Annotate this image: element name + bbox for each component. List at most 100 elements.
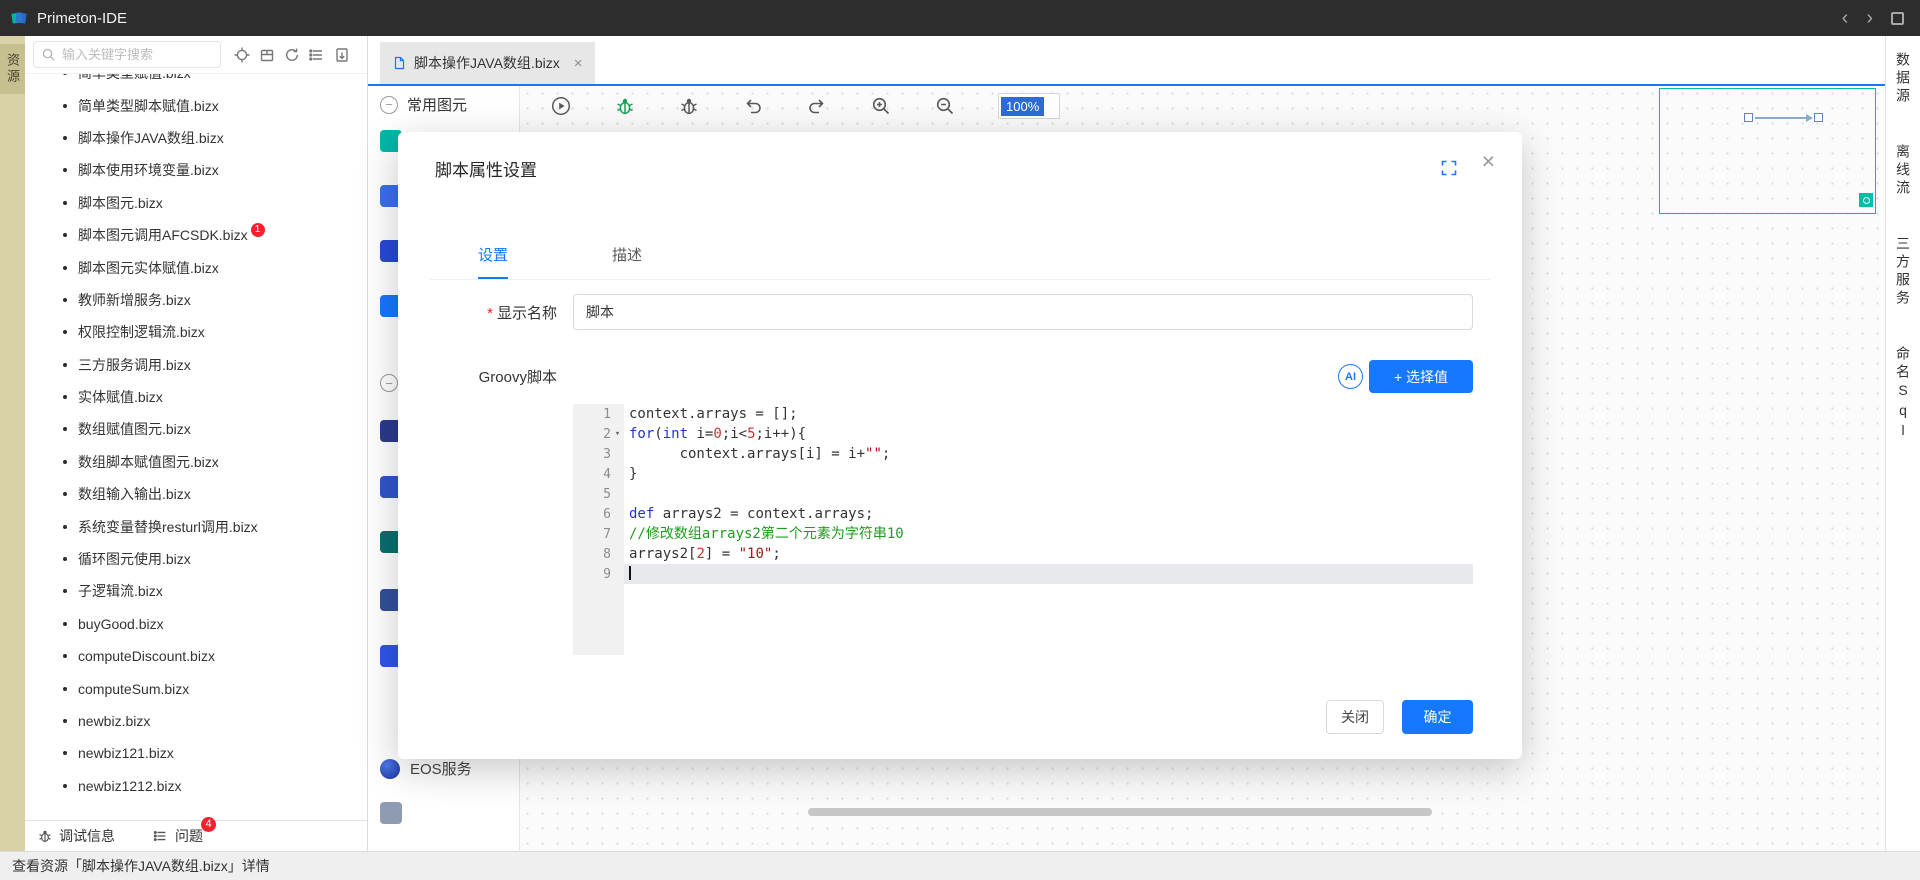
redo-icon[interactable]: [806, 95, 828, 117]
tree-item[interactable]: 数组输入输出.bizx: [25, 478, 367, 510]
dialog-title: 脚本属性设置: [435, 161, 537, 180]
ai-assist-icon[interactable]: AI: [1338, 364, 1363, 389]
sort-list-icon[interactable]: [308, 46, 326, 64]
line-number-text: 3: [603, 446, 611, 462]
bullet-icon: [63, 427, 67, 432]
bullet-icon: [63, 524, 67, 529]
bullet-icon: [63, 135, 67, 140]
bullet-icon: [63, 783, 67, 788]
statusbar: 查看资源「脚本操作JAVA数组.bizx」详情: [0, 851, 1920, 880]
magnifier-icon: [1862, 196, 1870, 204]
refresh-icon[interactable]: [283, 46, 301, 64]
tree-item[interactable]: 脚本图元.bizx: [25, 187, 367, 219]
debug-info-tab[interactable]: 调试信息: [37, 826, 115, 846]
text-cursor: [629, 566, 631, 580]
bullet-icon: [63, 200, 67, 205]
dialog-tabs: 设置 描述: [478, 244, 642, 279]
tree-item[interactable]: 三方服务调用.bizx: [25, 349, 367, 381]
tree-item[interactable]: 脚本操作JAVA数组.bizx: [25, 122, 367, 154]
tree-item[interactable]: newbiz1212.bizx: [25, 770, 367, 802]
required-mark: *: [487, 305, 493, 322]
search-box[interactable]: [33, 41, 221, 68]
flow-node[interactable]: [1744, 113, 1753, 122]
tree-item[interactable]: 系统变量替换resturl调用.bizx: [25, 510, 367, 542]
line-number-text: 9: [603, 566, 611, 582]
tree-item[interactable]: 简单类型脚本赋值.bizx: [25, 89, 367, 121]
fold-caret-icon[interactable]: ▾: [611, 429, 624, 439]
bullet-icon: [63, 686, 67, 691]
palette-item-eos[interactable]: EOS服务: [380, 758, 472, 779]
flow-node[interactable]: [1814, 113, 1823, 122]
palette-item[interactable]: [380, 802, 402, 824]
tree-item[interactable]: 教师新增服务.bizx: [25, 284, 367, 316]
debug-icon[interactable]: [678, 95, 700, 117]
tree-item[interactable]: 循环图元使用.bizx: [25, 543, 367, 575]
groovy-code-editor[interactable]: 1 2 ▾ 3 4 5 6 7 8 9 context.arrays = []; for(int i…: [573, 404, 1473, 655]
tree-item[interactable]: buyGood.bizx: [25, 608, 367, 640]
tree-item[interactable]: computeDiscount.bizx: [25, 640, 367, 672]
code-line: arrays2[2] = "10";: [629, 546, 781, 562]
tree-item[interactable]: 脚本图元调用AFCSDK.bizx 1: [25, 219, 367, 251]
zoom-input[interactable]: 100%: [998, 93, 1060, 119]
palette-group-common[interactable]: − 常用图元: [380, 94, 467, 115]
line-number: 4: [573, 464, 624, 484]
tab-close-icon[interactable]: ×: [574, 55, 583, 72]
collapse-icon[interactable]: −: [380, 374, 398, 392]
line-number: 1: [573, 404, 624, 424]
tab-settings[interactable]: 设置: [478, 244, 509, 279]
debug-run-icon[interactable]: [614, 95, 636, 117]
select-value-button[interactable]: + 选择值: [1369, 360, 1473, 393]
bullet-icon: [63, 459, 67, 464]
line-number: 2 ▾: [573, 424, 624, 444]
fullscreen-icon[interactable]: [1440, 159, 1458, 177]
right-rail-tab[interactable]: 离线流: [1893, 136, 1913, 206]
tree-item[interactable]: 脚本图元实体赋值.bizx: [25, 251, 367, 283]
zoom-out-icon[interactable]: [934, 95, 956, 117]
nav-back-icon[interactable]: ‹: [1842, 8, 1849, 28]
problems-count-badge: 4: [200, 816, 217, 833]
collapse-icon[interactable]: −: [380, 95, 398, 114]
tree-item[interactable]: newbiz121.bizx: [25, 737, 367, 769]
tree-item[interactable]: newbiz.bizx: [25, 705, 367, 737]
dialog-close-button[interactable]: 关闭: [1326, 700, 1384, 734]
run-icon[interactable]: [550, 95, 572, 117]
bullet-icon: [63, 751, 67, 756]
editor-tab[interactable]: 脚本操作JAVA数组.bizx ×: [380, 42, 595, 84]
undo-icon[interactable]: [742, 95, 764, 117]
right-rail-tab[interactable]: 三方服务: [1893, 228, 1913, 316]
dialog-ok-button[interactable]: 确定: [1402, 700, 1473, 734]
tree-item-label: 脚本使用环境变量.bizx: [78, 162, 219, 179]
search-input[interactable]: [62, 47, 213, 62]
code-gutter: 1 2 ▾ 3 4 5 6 7 8 9: [573, 404, 624, 655]
right-rail-tab[interactable]: 数据源: [1893, 44, 1913, 114]
tree-item[interactable]: 数组脚本赋值图元.bizx: [25, 446, 367, 478]
line-number-text: 5: [603, 486, 611, 502]
display-name-input[interactable]: [573, 294, 1473, 330]
selection-zoom-handle[interactable]: [1859, 193, 1873, 207]
flow-edge: [1755, 117, 1811, 119]
horizontal-scrollbar[interactable]: [808, 808, 1432, 816]
window-icon[interactable]: [1891, 11, 1904, 25]
tree-item[interactable]: 权限控制逻辑流.bizx: [25, 316, 367, 348]
problems-tab[interactable]: 问题 4: [153, 816, 217, 846]
bullet-icon: [63, 492, 67, 497]
locate-icon[interactable]: [233, 46, 251, 64]
tree-item[interactable]: 实体赋值.bizx: [25, 381, 367, 413]
tab-description[interactable]: 描述: [612, 244, 642, 279]
tree-item[interactable]: 脚本使用环境变量.bizx: [25, 154, 367, 186]
code-line: }: [629, 466, 638, 482]
tree-item[interactable]: computeSum.bizx: [25, 672, 367, 704]
package-icon[interactable]: [258, 46, 276, 64]
close-icon[interactable]: ×: [1482, 150, 1495, 173]
right-rail-tab[interactable]: 命名Sql: [1893, 338, 1913, 450]
tree-item[interactable]: 子逻辑流.bizx: [25, 575, 367, 607]
canvas-selection[interactable]: [1659, 88, 1876, 214]
file-icon: [394, 56, 405, 70]
export-icon[interactable]: [333, 46, 351, 64]
tree-item[interactable]: 数组赋值图元.bizx: [25, 413, 367, 445]
explorer-toolbar: [25, 36, 367, 74]
nav-forward-icon[interactable]: ›: [1866, 8, 1873, 28]
zoom-in-icon[interactable]: [870, 95, 892, 117]
tree-item[interactable]: 简单类型赋值.bizx: [25, 74, 367, 89]
resources-rail-tab[interactable]: 资源: [0, 44, 26, 94]
